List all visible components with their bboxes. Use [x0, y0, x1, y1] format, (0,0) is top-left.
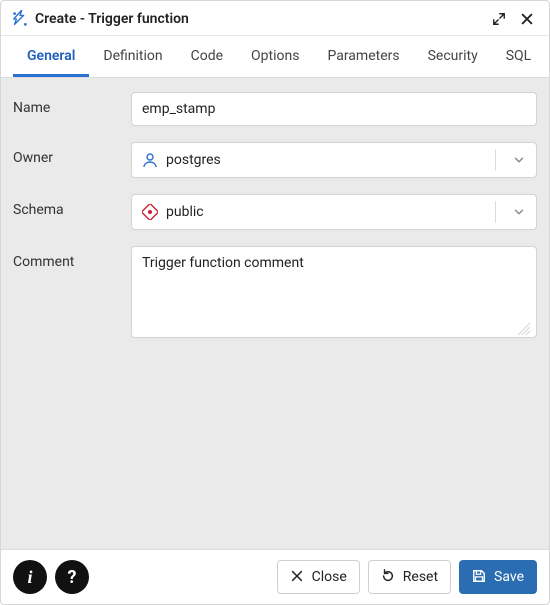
dialog-footer: i ? Close Reset Save	[1, 549, 549, 604]
chevron-down-icon	[508, 153, 530, 167]
separator	[495, 201, 496, 223]
close-button[interactable]: Close	[277, 560, 360, 594]
info-icon: i	[27, 567, 32, 588]
owner-value: postgres	[166, 152, 483, 168]
reset-icon	[381, 569, 397, 585]
tab-bar: General Definition Code Options Paramete…	[1, 36, 549, 78]
row-schema: Schema public	[13, 194, 537, 230]
help-button[interactable]: ?	[55, 560, 89, 594]
label-owner: Owner	[13, 142, 131, 166]
row-owner: Owner postgres	[13, 142, 537, 178]
form-panel: Name Owner postgres	[1, 78, 549, 549]
save-icon	[472, 569, 488, 585]
comment-textarea[interactable]	[131, 246, 537, 338]
save-button-label: Save	[494, 569, 524, 585]
owner-select[interactable]: postgres	[131, 142, 537, 178]
tab-sql[interactable]: SQL	[492, 36, 545, 77]
help-icon: ?	[68, 567, 77, 588]
row-comment: Comment	[13, 246, 537, 342]
tab-code[interactable]: Code	[177, 36, 237, 77]
schema-icon	[142, 204, 158, 220]
tab-options[interactable]: Options	[237, 36, 313, 77]
tab-general[interactable]: General	[13, 36, 89, 77]
reset-button-label: Reset	[403, 569, 438, 585]
create-trigger-function-dialog: Create - Trigger function General Defini…	[0, 0, 550, 605]
row-name: Name	[13, 92, 537, 126]
separator	[495, 149, 496, 171]
tab-definition[interactable]: Definition	[89, 36, 176, 77]
x-icon	[290, 569, 306, 585]
tab-security[interactable]: Security	[414, 36, 492, 77]
resize-handle-icon[interactable]	[517, 322, 531, 336]
name-input[interactable]	[131, 92, 537, 126]
tab-parameters[interactable]: Parameters	[313, 36, 413, 77]
trigger-function-icon	[11, 10, 29, 28]
close-button-label: Close	[312, 569, 347, 585]
close-icon[interactable]	[517, 9, 537, 29]
user-icon	[142, 152, 158, 168]
dialog-titlebar: Create - Trigger function	[1, 1, 549, 36]
info-button[interactable]: i	[13, 560, 47, 594]
label-comment: Comment	[13, 246, 131, 270]
save-button[interactable]: Save	[459, 560, 537, 594]
label-schema: Schema	[13, 194, 131, 218]
chevron-down-icon	[508, 205, 530, 219]
label-name: Name	[13, 92, 131, 116]
schema-select[interactable]: public	[131, 194, 537, 230]
dialog-title: Create - Trigger function	[35, 11, 189, 27]
schema-value: public	[166, 204, 483, 220]
expand-icon[interactable]	[489, 9, 509, 29]
reset-button[interactable]: Reset	[368, 560, 451, 594]
